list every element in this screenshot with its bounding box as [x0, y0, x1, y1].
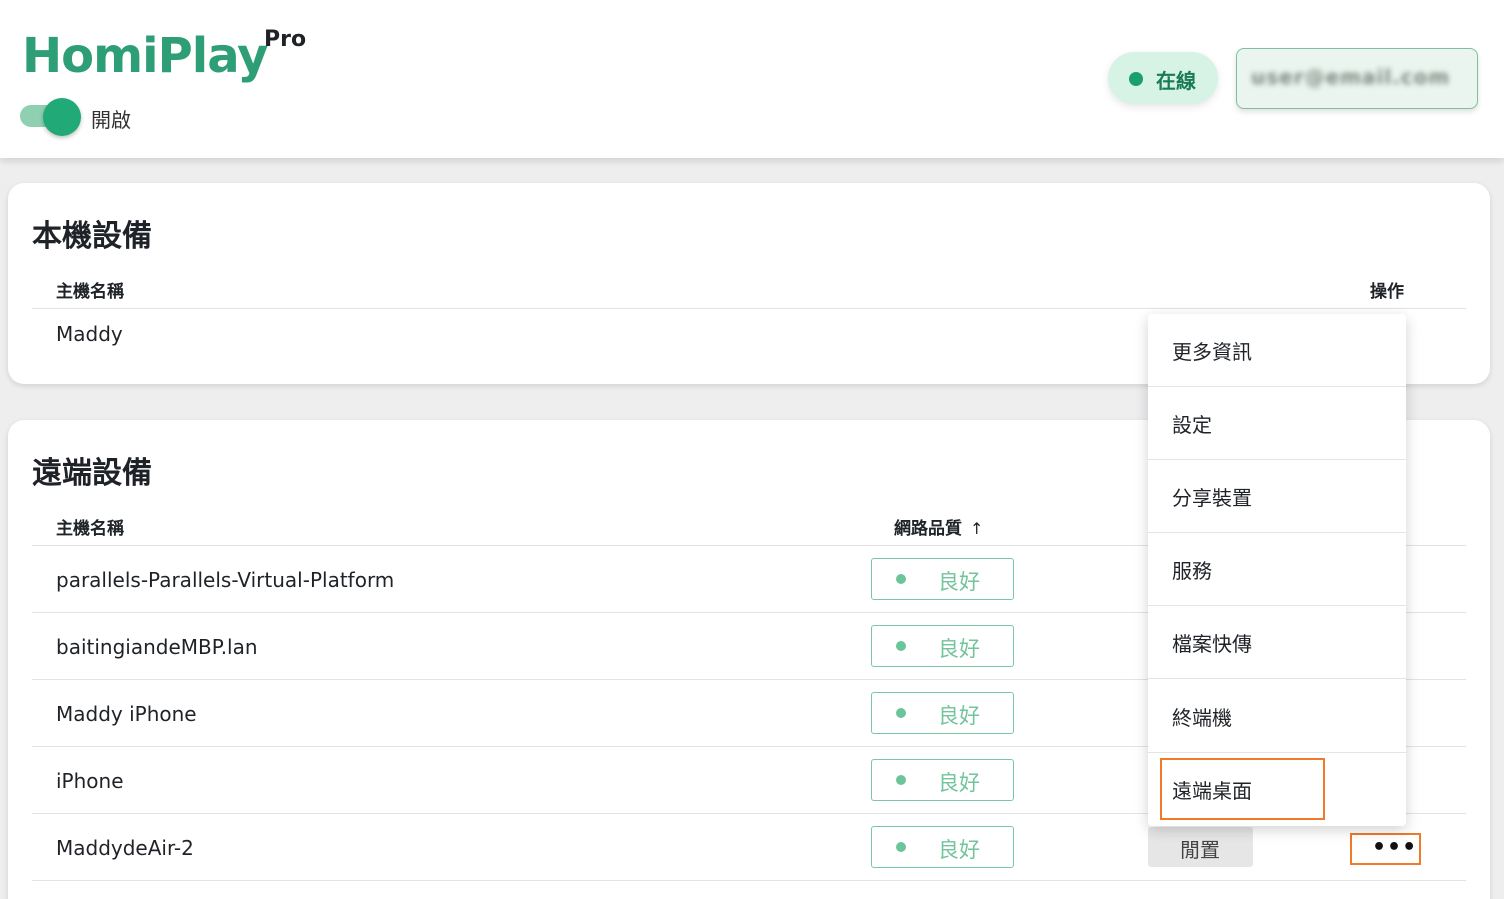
local-col-hostname: 主機名稱	[56, 282, 124, 302]
network-quality-badge: 良好	[871, 826, 1014, 868]
quality-dot-icon	[896, 641, 906, 651]
menu-item-file-transfer[interactable]: 檔案快傳	[1148, 606, 1406, 679]
account-email-text: user@email.com	[1251, 65, 1451, 89]
app-logo: HomiPlay	[22, 28, 268, 84]
menu-item-label: 檔案快傳	[1172, 632, 1252, 656]
menu-item-share-device[interactable]: 分享裝置	[1148, 460, 1406, 533]
logo-pro-badge: Pro	[264, 27, 307, 52]
menu-item-label: 遠端桌面	[1172, 779, 1252, 803]
app-header: HomiPlay Pro 開啟 在線 user@email.com	[0, 0, 1504, 158]
menu-item-more-info[interactable]: 更多資訊	[1148, 314, 1406, 387]
network-quality-text: 良好	[938, 771, 980, 795]
menu-item-services[interactable]: 服務	[1148, 533, 1406, 606]
network-quality-text: 良好	[938, 704, 980, 728]
network-quality-text: 良好	[938, 637, 980, 661]
account-email-button[interactable]: user@email.com	[1236, 48, 1478, 109]
quality-dot-icon	[896, 842, 906, 852]
remote-col-quality-label: 網路品質	[894, 519, 962, 539]
toggle-label: 開啟	[91, 108, 131, 132]
toggle-knob	[43, 98, 81, 136]
remote-device-name: iPhone	[56, 769, 124, 793]
online-status-badge: 在線	[1108, 52, 1218, 104]
network-quality-badge: 良好	[871, 625, 1014, 667]
remote-device-name: baitingiandeMBP.lan	[56, 635, 258, 659]
remote-col-hostname: 主機名稱	[56, 519, 124, 539]
network-quality-text: 良好	[938, 570, 980, 594]
local-device-name: Maddy	[56, 322, 123, 346]
menu-item-terminal[interactable]: 終端機	[1148, 680, 1406, 753]
device-status-badge: 閒置	[1148, 827, 1253, 867]
more-actions-button[interactable]: •••	[1350, 833, 1421, 865]
device-status-text: 閒置	[1180, 838, 1220, 862]
quality-dot-icon	[896, 708, 906, 718]
divider	[32, 880, 1466, 881]
quality-dot-icon	[896, 775, 906, 785]
more-dots-icon: •••	[1372, 835, 1418, 860]
remote-device-name: parallels-Parallels-Virtual-Platform	[56, 568, 395, 592]
sort-ascending-icon: ↑	[970, 519, 984, 538]
online-dot-icon	[1129, 72, 1143, 86]
remote-devices-title: 遠端設備	[32, 456, 152, 491]
remote-col-quality[interactable]: 網路品質 ↑	[894, 514, 983, 539]
menu-item-label: 更多資訊	[1172, 340, 1252, 364]
device-actions-menu: 更多資訊 設定 分享裝置 服務 檔案快傳 終端機 遠端桌面	[1148, 314, 1406, 826]
quality-dot-icon	[896, 574, 906, 584]
remote-device-name: Maddy iPhone	[56, 702, 197, 726]
network-quality-badge: 良好	[871, 692, 1014, 734]
network-quality-badge: 良好	[871, 759, 1014, 801]
menu-item-settings[interactable]: 設定	[1148, 387, 1406, 460]
menu-item-remote-desktop[interactable]: 遠端桌面	[1148, 753, 1406, 826]
network-quality-badge: 良好	[871, 558, 1014, 600]
divider	[32, 308, 1466, 309]
remote-device-name: MaddydeAir-2	[56, 836, 194, 860]
network-quality-text: 良好	[938, 838, 980, 862]
local-col-action: 操作	[1370, 282, 1404, 302]
menu-item-label: 終端機	[1172, 706, 1232, 730]
menu-item-label: 分享裝置	[1172, 486, 1252, 510]
online-status-text: 在線	[1156, 69, 1196, 93]
local-devices-title: 本機設備	[32, 219, 152, 254]
service-toggle[interactable]	[20, 98, 81, 136]
menu-item-label: 服務	[1172, 559, 1212, 583]
menu-item-label: 設定	[1172, 413, 1212, 437]
